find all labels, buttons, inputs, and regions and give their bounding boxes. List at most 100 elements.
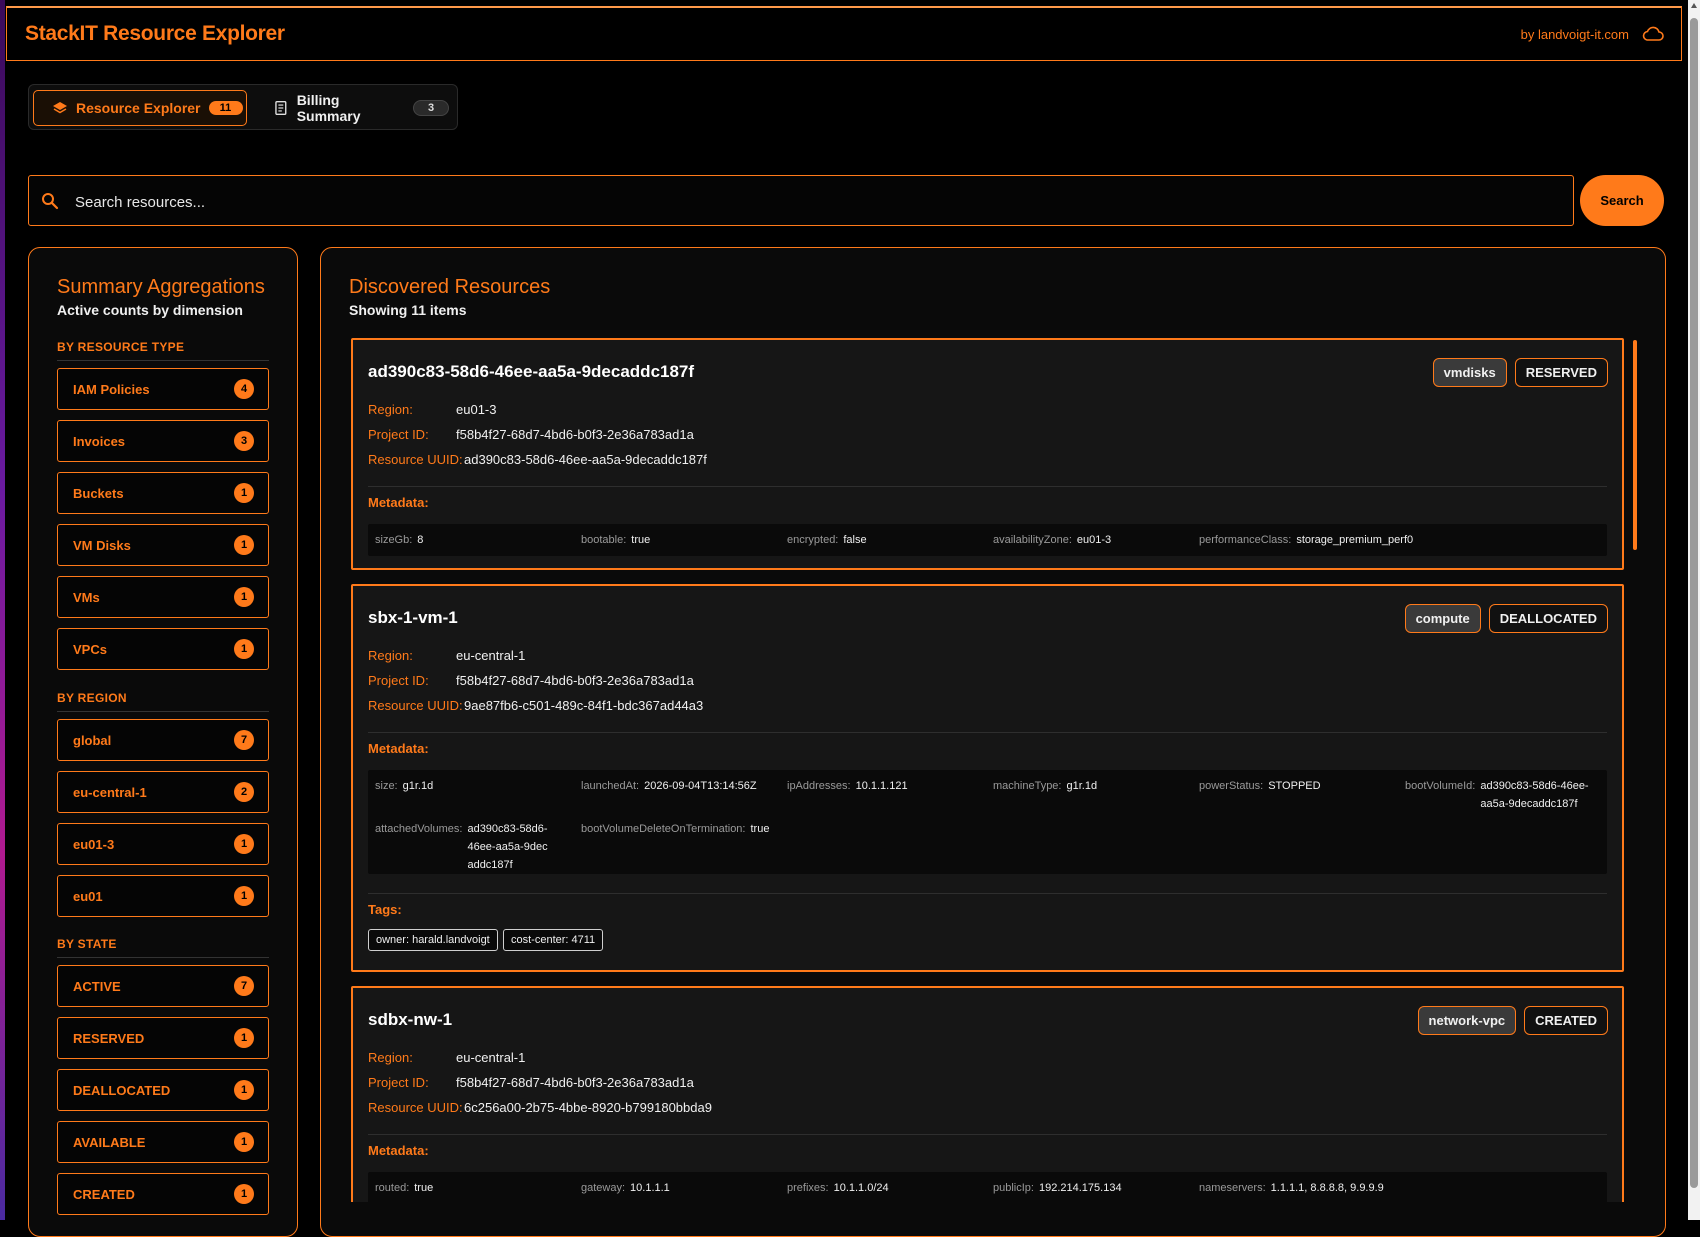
agg-item-vpcs[interactable]: VPCs 1 xyxy=(57,628,269,670)
metadata-key: encrypted: xyxy=(787,534,839,546)
metadata-value: 10.1.1.1 xyxy=(630,1182,670,1194)
uuid-value: 6c256a00-2b75-4bbe-8920-b799180bbda9 xyxy=(464,1100,712,1115)
divider xyxy=(368,486,1607,487)
panel-title: Discovered Resources xyxy=(349,276,551,298)
resource-card[interactable]: sbx-1-vm-1 compute DEALLOCATED Region: eu… xyxy=(351,584,1624,972)
metadata-key: sizeGb: xyxy=(375,534,413,546)
metadata-value: 10.1.1.0/24 xyxy=(833,1182,889,1194)
metadata-grid: routed: true gateway: 10.1.1.1 prefixes: 10… xyxy=(368,1172,1607,1202)
tab-billing-summary[interactable]: Billing Summary 3 xyxy=(253,90,449,126)
agg-count: 1 xyxy=(234,535,254,555)
agg-count: 4 xyxy=(234,379,254,399)
agg-item-eu01[interactable]: eu01 1 xyxy=(57,875,269,917)
scroll-up-arrow-icon[interactable] xyxy=(1691,3,1697,8)
byline-link[interactable]: by landvoigt-it.com xyxy=(1521,27,1629,42)
group-label-region: BY REGION xyxy=(57,691,269,712)
agg-item-eu01-3[interactable]: eu01-3 1 xyxy=(57,823,269,865)
panel-subtitle: Active counts by dimension xyxy=(57,302,243,318)
agg-count: 1 xyxy=(234,1028,254,1048)
agg-item-vm-disks[interactable]: VM Disks 1 xyxy=(57,524,269,566)
agg-item-active[interactable]: ACTIVE 7 xyxy=(57,965,269,1007)
region-row: Region: eu-central-1 xyxy=(368,1050,525,1065)
metadata-key: prefixes: xyxy=(787,1182,829,1194)
metadata-key: bootable: xyxy=(581,534,627,546)
resource-list[interactable]: ad390c83-58d6-46ee-aa5a-9decaddc187f vmd… xyxy=(351,338,1656,1202)
tab-resource-explorer[interactable]: Resource Explorer 11 xyxy=(33,90,247,126)
agg-label: AVAILABLE xyxy=(73,1134,146,1150)
agg-item-deallocated[interactable]: DEALLOCATED 1 xyxy=(57,1069,269,1111)
divider xyxy=(368,732,1607,733)
layers-icon xyxy=(53,102,67,114)
scrollbar-thumb[interactable] xyxy=(1690,18,1698,1188)
metadata-value: true xyxy=(631,534,651,546)
tab-count-badge: 3 xyxy=(413,100,449,116)
metadata-value: true xyxy=(414,1182,434,1194)
agg-item-global[interactable]: global 7 xyxy=(57,719,269,761)
metadata-item: routed: true xyxy=(375,1179,433,1197)
metadata-key: powerStatus: xyxy=(1199,780,1264,792)
resource-card[interactable]: sdbx-nw-1 network-vpc CREATED Region: eu-… xyxy=(351,986,1624,1202)
agg-count: 1 xyxy=(234,1184,254,1204)
agg-label: IAM Policies xyxy=(73,381,150,397)
metadata-key: publicIp: xyxy=(993,1182,1034,1194)
list-scrollbar[interactable] xyxy=(1633,340,1637,550)
agg-count: 1 xyxy=(234,639,254,659)
uuid-row: Resource UUID:9ae87fb6-c501-489c-84f1-bd… xyxy=(368,698,703,713)
region-value: eu01-3 xyxy=(456,402,497,417)
uuid-row: Resource UUID:ad390c83-58d6-46ee-aa5a-9d… xyxy=(368,452,707,467)
project-label: Project ID: xyxy=(368,427,429,442)
type-badge: network-vpc xyxy=(1417,1006,1517,1035)
metadata-item: bootVolumeDeleteOnTermination: true xyxy=(581,820,769,838)
resource-name: sdbx-nw-1 xyxy=(368,1010,453,1029)
uuid-row: Resource UUID:6c256a00-2b75-4bbe-8920-b7… xyxy=(368,1100,712,1115)
agg-label: VM Disks xyxy=(73,537,131,553)
search-input[interactable] xyxy=(73,186,1557,218)
region-value: eu-central-1 xyxy=(456,648,526,663)
metadata-item: encrypted: false xyxy=(787,531,867,549)
metadata-value: 1.1.1.1, 8.8.8.8, 9.9.9.9 xyxy=(1270,1182,1384,1194)
metadata-key: launchedAt: xyxy=(581,780,640,792)
search-button[interactable]: Search xyxy=(1580,175,1664,226)
agg-item-created[interactable]: CREATED 1 xyxy=(57,1173,269,1215)
metadata-item: prefixes: 10.1.1.0/24 xyxy=(787,1179,889,1197)
region-label: Region: xyxy=(368,402,413,417)
metadata-value: true xyxy=(750,823,770,835)
metadata-key: nameservers: xyxy=(1199,1182,1266,1194)
metadata-key: ipAddresses: xyxy=(787,780,851,792)
agg-count: 7 xyxy=(234,976,254,996)
project-row: Project ID: f58b4f27-68d7-4bd6-b0f3-2e36a… xyxy=(368,673,694,688)
metadata-key: attachedVolumes: xyxy=(375,823,463,835)
metadata-item: size: g1r.1d xyxy=(375,777,433,795)
region-label: Region: xyxy=(368,1050,413,1065)
project-value: f58b4f27-68d7-4bd6-b0f3-2e36a783ad1a xyxy=(456,1075,694,1090)
project-row: Project ID: f58b4f27-68d7-4bd6-b0f3-2e36a… xyxy=(368,427,694,442)
window-scrollbar[interactable] xyxy=(1688,0,1700,1220)
tab-label: Resource Explorer xyxy=(76,100,201,116)
uuid-label: Resource UUID: xyxy=(368,698,463,713)
agg-item-available[interactable]: AVAILABLE 1 xyxy=(57,1121,269,1163)
agg-item-invoices[interactable]: Invoices 3 xyxy=(57,420,269,462)
tag-chip: owner: harald.landvoigt xyxy=(368,929,498,951)
agg-count: 1 xyxy=(234,1080,254,1100)
agg-item-reserved[interactable]: RESERVED 1 xyxy=(57,1017,269,1059)
agg-item-eu-central-1[interactable]: eu-central-1 2 xyxy=(57,771,269,813)
state-badge: DEALLOCATED xyxy=(1488,604,1608,633)
agg-item-iam-policies[interactable]: IAM Policies 4 xyxy=(57,368,269,410)
resources-panel: Discovered Resources Showing 11 items ad… xyxy=(320,247,1666,1237)
project-label: Project ID: xyxy=(368,1075,429,1090)
metadata-key: bootVolumeId: xyxy=(1405,780,1476,792)
metadata-value: 10.1.1.121 xyxy=(855,780,908,792)
resource-card[interactable]: ad390c83-58d6-46ee-aa5a-9decaddc187f vmd… xyxy=(351,338,1624,570)
metadata-item: bootVolumeId: ad390c83-58d6-46ee-aa5a-9de… xyxy=(1405,777,1605,813)
type-badge: compute xyxy=(1404,604,1481,633)
agg-item-vms[interactable]: VMs 1 xyxy=(57,576,269,618)
project-value: f58b4f27-68d7-4bd6-b0f3-2e36a783ad1a xyxy=(456,427,694,442)
metadata-key: bootVolumeDeleteOnTermination: xyxy=(581,823,746,835)
agg-item-buckets[interactable]: Buckets 1 xyxy=(57,472,269,514)
tab-count-badge: 11 xyxy=(208,101,243,115)
metadata-item: powerStatus: STOPPED xyxy=(1199,777,1321,795)
group-label-state: BY STATE xyxy=(57,937,269,958)
metadata-item: availabilityZone: eu01-3 xyxy=(993,531,1111,549)
region-row: Region: eu-central-1 xyxy=(368,648,525,663)
divider xyxy=(368,1134,1607,1135)
